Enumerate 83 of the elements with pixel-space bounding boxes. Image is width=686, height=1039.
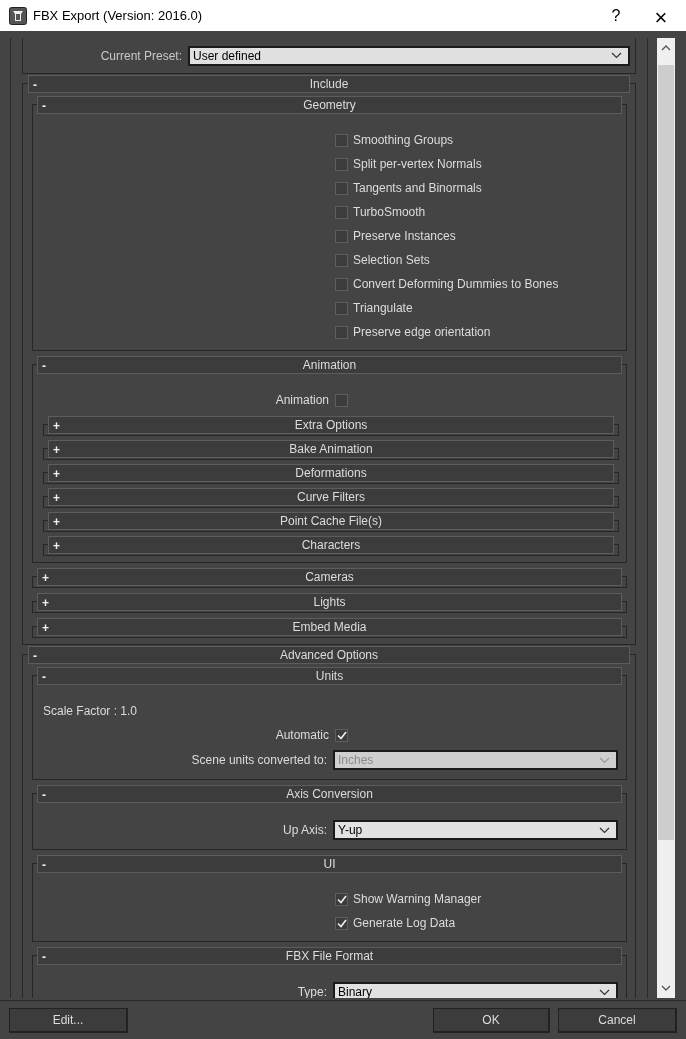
field-label: Scene units converted to: [190, 752, 328, 769]
rollout-header[interactable]: + Curve Filters [48, 488, 614, 506]
checkbox[interactable] [335, 301, 348, 315]
scrollbar-thumb[interactable] [658, 65, 674, 840]
field-label: Up Axis: [282, 822, 328, 839]
checkbox[interactable] [335, 277, 348, 291]
rollout-toggle[interactable]: + [42, 594, 49, 612]
rollout-toggle[interactable]: - [42, 668, 46, 686]
checkbox-label: Animation [274, 392, 330, 409]
rollout-header[interactable]: + Lights [37, 593, 622, 611]
rollout-header[interactable]: - Axis Conversion [37, 785, 622, 803]
rollout-header[interactable]: - Include [28, 75, 630, 93]
scroll-down-icon[interactable] [661, 985, 671, 991]
chevron-down-icon [611, 52, 622, 59]
scrollbar[interactable] [657, 38, 675, 998]
checkbox-label: Selection Sets [353, 252, 430, 269]
window-title: FBX Export (Version: 2016.0) [33, 6, 204, 25]
checkbox[interactable] [335, 253, 348, 267]
checkbox[interactable] [335, 393, 348, 407]
rollout-header[interactable]: + Deformations [48, 464, 614, 482]
ok-button[interactable]: OK [433, 1007, 550, 1033]
rollout-toggle[interactable]: + [42, 619, 49, 637]
rollout-toggle[interactable]: - [42, 856, 46, 874]
checkbox-label: Split per-vertex Normals [353, 156, 482, 173]
rollout-toggle[interactable]: + [53, 537, 60, 555]
rollout-header[interactable]: - UI [37, 855, 622, 873]
rollout-toggle[interactable]: - [42, 97, 46, 115]
dropdown-field[interactable]: Binary [333, 982, 618, 998]
checkbox-label: Triangulate [353, 300, 413, 317]
rollout-toggle[interactable]: + [53, 489, 60, 507]
rollout-header[interactable]: + Bake Animation [48, 440, 614, 458]
checkbox[interactable] [335, 916, 348, 930]
scale-factor-text: Scale Factor : 1.0 [43, 703, 138, 720]
close-button[interactable]: × [638, 0, 684, 31]
checkbox[interactable] [335, 229, 348, 243]
scroll-up-icon[interactable] [661, 45, 671, 51]
help-button[interactable]: ? [594, 0, 638, 31]
checkbox-label: Tangents and Binormals [353, 180, 482, 197]
rollout-toggle[interactable]: + [53, 417, 60, 435]
dropdown-field[interactable]: Y-up [333, 820, 618, 840]
checkbox[interactable] [335, 205, 348, 219]
rollout-header[interactable]: - Units [37, 667, 622, 685]
rollout-toggle[interactable]: - [42, 786, 46, 804]
rollout-toggle[interactable]: - [33, 76, 37, 94]
rollout-header[interactable]: + Embed Media [37, 618, 622, 636]
rollout-toggle[interactable]: + [53, 441, 60, 459]
rollout-header[interactable]: - Animation [37, 356, 622, 374]
checkbox[interactable] [335, 181, 348, 195]
checkbox-label: Smoothing Groups [353, 132, 454, 149]
rollout-toggle[interactable]: - [33, 647, 37, 665]
chevron-down-icon [599, 988, 610, 996]
rollout-header[interactable]: + Point Cache File(s) [48, 512, 614, 530]
app-logo-icon [9, 6, 27, 25]
checkbox[interactable] [335, 133, 348, 147]
rollout-toggle[interactable]: - [42, 948, 46, 966]
rollout-header[interactable]: - FBX File Format [37, 947, 622, 965]
checkbox-label: Preserve edge orientation [353, 324, 491, 341]
preset-dropdown[interactable]: User defined [188, 45, 630, 66]
preset-label: Current Preset: [99, 47, 183, 65]
checkbox-label: Generate Log Data [353, 915, 456, 932]
chevron-down-icon [599, 826, 610, 834]
rollout-header[interactable]: + Cameras [37, 568, 622, 586]
rollout-header[interactable]: - Advanced Options [28, 646, 630, 664]
rollout-toggle[interactable]: - [42, 357, 46, 375]
rollout-header[interactable]: + Characters [48, 536, 614, 554]
cancel-button[interactable]: Cancel [558, 1007, 677, 1033]
checkbox[interactable] [335, 728, 348, 742]
checkbox-label: Convert Deforming Dummies to Bones [353, 276, 559, 293]
chevron-down-icon [599, 756, 610, 764]
rollout-toggle[interactable]: + [42, 569, 49, 587]
rollout-header[interactable]: - Geometry [37, 96, 622, 114]
checkbox-label: TurboSmooth [353, 204, 426, 221]
checkbox[interactable] [335, 325, 348, 339]
checkbox-label: Preserve Instances [353, 228, 456, 245]
rollout-header[interactable]: + Extra Options [48, 416, 614, 434]
checkbox[interactable] [335, 157, 348, 171]
checkbox[interactable] [335, 892, 348, 906]
field-label: Type: [296, 984, 328, 998]
checkbox-label: Show Warning Manager [353, 891, 482, 908]
checkbox-label: Automatic [274, 727, 330, 744]
edit-button[interactable]: Edit... [9, 1007, 128, 1033]
rollout-toggle[interactable]: + [53, 513, 60, 531]
rollout-toggle[interactable]: + [53, 465, 60, 483]
